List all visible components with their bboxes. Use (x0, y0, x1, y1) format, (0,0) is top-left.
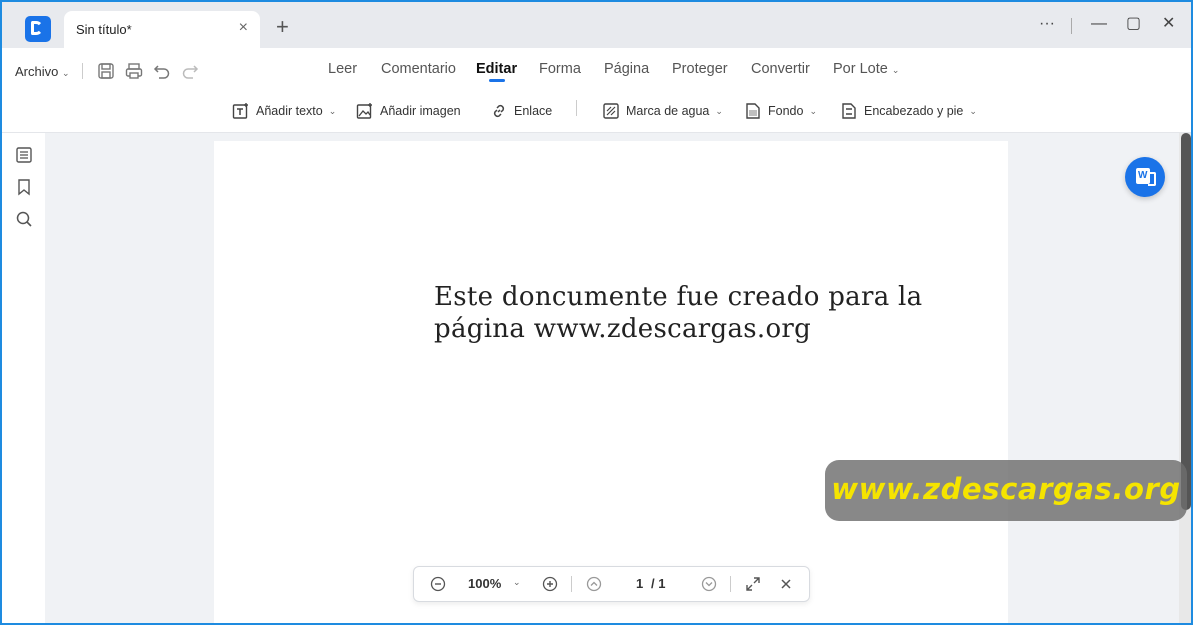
tab-editar[interactable]: Editar (476, 61, 517, 77)
background-icon (746, 103, 760, 119)
archivo-menu[interactable]: Archivo ⌄ (15, 64, 70, 79)
more-options-icon[interactable]: ··· (1039, 14, 1055, 34)
document-tab[interactable]: Sin título* × (64, 11, 260, 48)
add-text-label: Añadir texto (256, 104, 323, 118)
watermark-text: www.zdescargas.org (831, 472, 1181, 506)
toolbar-divider (82, 63, 83, 79)
minimize-button[interactable]: — (1091, 14, 1107, 34)
previous-page-icon[interactable] (586, 576, 602, 592)
scrollbar-thumb[interactable] (1181, 133, 1191, 510)
app-logo-icon (25, 16, 51, 42)
site-watermark: www.zdescargas.org (825, 460, 1187, 521)
add-text-icon (232, 103, 248, 119)
subtoolbar-divider (576, 100, 577, 116)
watermark-button[interactable]: Marca de agua ⌄ (602, 102, 723, 120)
link-label: Enlace (514, 104, 553, 118)
header-footer-button[interactable]: Encabezado y pie ⌄ (840, 102, 977, 120)
add-text-button[interactable]: Añadir texto ⌄ (232, 102, 336, 120)
background-label: Fondo (768, 104, 804, 118)
tab-title: Sin título* (76, 22, 132, 37)
por-lote-label: Por Lote (833, 61, 888, 77)
chevron-down-icon: ⌄ (715, 105, 723, 116)
zoom-divider (571, 576, 572, 592)
add-image-button[interactable]: Añadir imagen (356, 102, 461, 120)
zoom-out-icon[interactable] (430, 576, 446, 592)
chevron-down-icon: ⌄ (328, 105, 337, 116)
add-image-icon (356, 103, 372, 119)
header-footer-icon (842, 103, 856, 119)
maximize-button[interactable]: ▢ (1126, 14, 1141, 34)
header-footer-label: Encabezado y pie (864, 104, 964, 118)
link-icon (493, 104, 505, 118)
tab-pagina[interactable]: Página (604, 61, 649, 77)
new-tab-button[interactable]: + (276, 16, 289, 38)
convert-to-word-button[interactable]: W (1125, 157, 1165, 197)
chevron-down-icon: ⌄ (969, 105, 977, 116)
watermark-label: Marca de agua (626, 104, 710, 118)
app-window: Sin título* × + ··· — ▢ ✕ Archivo ⌄ Leer… (0, 0, 1193, 625)
save-icon[interactable] (97, 62, 115, 80)
total-pages: / 1 (651, 576, 666, 591)
search-icon[interactable] (15, 210, 33, 228)
toolbar: Archivo ⌄ Leer Comentario Editar Forma P… (2, 48, 1191, 133)
chevron-down-icon: ⌄ (61, 68, 70, 78)
background-button[interactable]: Fondo ⌄ (744, 102, 817, 120)
current-page-input[interactable]: 1 (636, 576, 643, 591)
title-bar: Sin título* × + ··· — ▢ ✕ (2, 2, 1191, 48)
watermark-icon (603, 103, 619, 119)
tab-forma[interactable]: Forma (539, 61, 581, 77)
document-page: Este doncumente fue creado para la págin… (214, 141, 1008, 623)
tab-convertir[interactable]: Convertir (751, 61, 810, 77)
tab-comentario[interactable]: Comentario (381, 61, 456, 77)
window-controls-divider (1071, 18, 1072, 34)
next-page-icon[interactable] (701, 576, 717, 592)
print-icon[interactable] (125, 62, 143, 80)
tab-por-lote[interactable]: Por Lote ⌄ (833, 61, 899, 77)
tab-close-icon[interactable]: × (239, 19, 248, 37)
zoom-in-icon[interactable] (542, 576, 558, 592)
archivo-label: Archivo (15, 64, 59, 79)
chevron-down-icon: ⌄ (809, 105, 817, 116)
tab-leer[interactable]: Leer (328, 61, 357, 77)
left-sidebar (2, 133, 45, 623)
word-icon: W (1138, 170, 1148, 181)
chevron-down-icon: ⌄ (891, 65, 900, 75)
link-button[interactable]: Enlace (490, 102, 552, 120)
zoom-divider (730, 576, 731, 592)
fullscreen-icon[interactable] (745, 576, 761, 592)
zoom-level[interactable]: 100% (468, 576, 501, 591)
redo-icon[interactable] (181, 62, 199, 80)
close-zoombar-icon[interactable] (778, 576, 794, 592)
zoom-bar: 100% ⌄ 1 / 1 (413, 566, 810, 602)
chevron-down-icon[interactable]: ⌄ (513, 577, 521, 588)
add-image-label: Añadir imagen (380, 104, 461, 118)
close-window-button[interactable]: ✕ (1162, 14, 1175, 34)
undo-icon[interactable] (153, 62, 171, 80)
thumbnails-icon[interactable] (15, 146, 33, 164)
active-tab-indicator (489, 79, 505, 82)
tab-proteger[interactable]: Proteger (672, 61, 728, 77)
document-text[interactable]: Este doncumente fue creado para la págin… (434, 281, 974, 345)
bookmark-icon[interactable] (15, 178, 33, 196)
